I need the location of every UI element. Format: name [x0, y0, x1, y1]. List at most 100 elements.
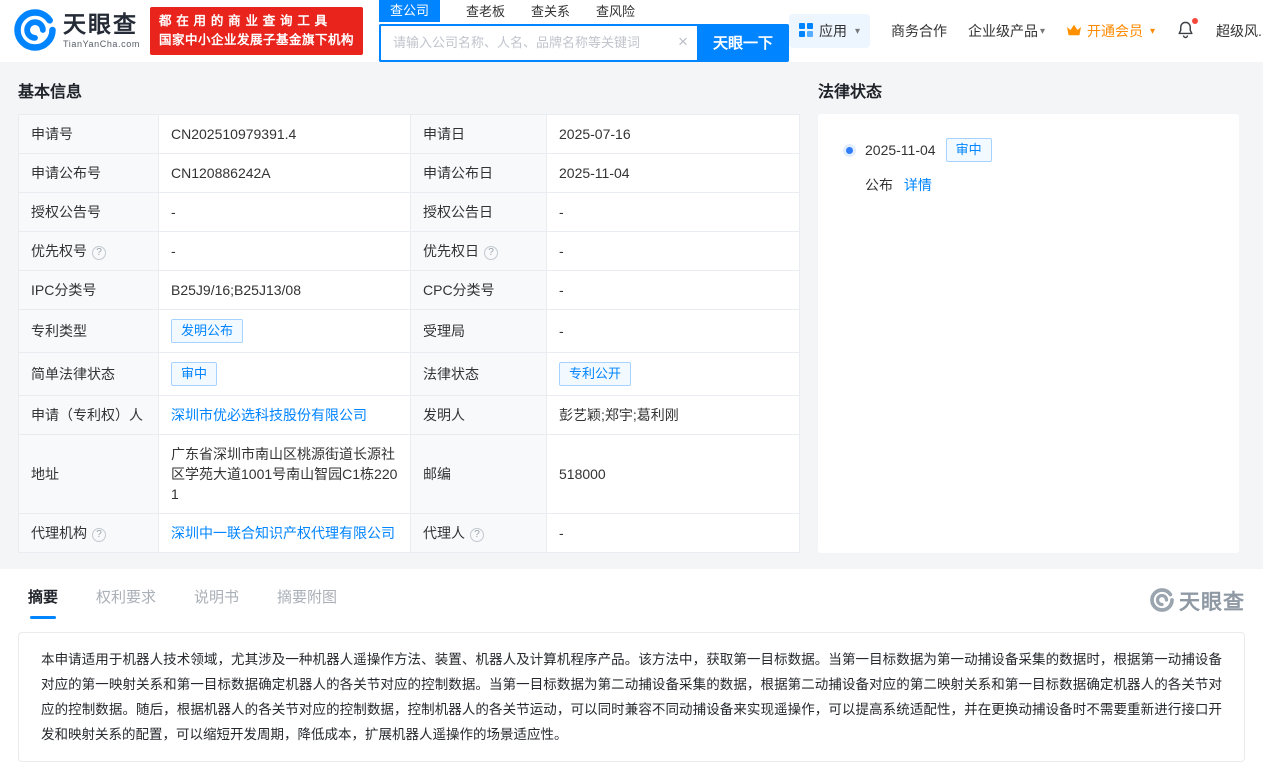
clear-search-icon[interactable]: ×	[678, 33, 688, 51]
label-application-number: 申请号	[19, 115, 159, 154]
value-priority-number: -	[159, 232, 411, 271]
label-legal-status: 法律状态	[411, 353, 547, 396]
search-tab-company[interactable]: 查公司	[379, 0, 440, 22]
agency-company-link[interactable]: 深圳中一联合知识产权代理有限公司	[171, 525, 395, 541]
nav-super-risk[interactable]: 超级风...	[1216, 21, 1263, 41]
search-tab-relation[interactable]: 查关系	[531, 1, 570, 22]
table-row-address: 地址 广东省深圳市南山区桃源街道长源社区学苑大道1001号南山智园C1栋2201…	[19, 435, 800, 514]
label-address: 地址	[19, 435, 159, 514]
chevron-down-icon: ▾	[1150, 26, 1155, 37]
vip-label: 开通会员	[1087, 21, 1143, 41]
timeline-dot-icon	[846, 147, 853, 154]
label-publication-date: 申请公布日	[411, 154, 547, 193]
label-cpc-class: CPC分类号	[411, 271, 547, 310]
apps-menu[interactable]: 应用 ▾	[789, 14, 870, 48]
label-simple-legal-status: 简单法律状态	[19, 353, 159, 396]
vip-upgrade-button[interactable]: 开通会员 ▾	[1066, 21, 1155, 41]
legal-status-card: 2025-11-04 审中 公布 详情	[818, 114, 1239, 553]
label-agent: 代理人?	[411, 514, 547, 553]
help-info-icon[interactable]: ?	[92, 528, 106, 542]
abstract-box: 本申请适用于机器人技术领域，尤其涉及一种机器人遥操作方法、装置、机器人及计算机程…	[18, 632, 1245, 762]
main-content: 基本信息 申请号 CN202510979391.4 申请日 2025-07-16…	[0, 62, 1263, 569]
table-row-publication: 申请公布号 CN120886242A 申请公布日 2025-11-04	[19, 154, 800, 193]
help-info-icon[interactable]: ?	[470, 528, 484, 542]
tianyancha-eye-icon	[14, 9, 56, 54]
chevron-down-icon: ▾	[855, 26, 860, 37]
top-navigation-bar: 天眼查 TianYanCha.com 都在用的商业查询工具 国家中小企业发展子基…	[0, 0, 1263, 62]
search-tab-risk[interactable]: 查风险	[596, 1, 635, 22]
agency-label-text: 代理机构	[31, 525, 87, 541]
tianyancha-eye-icon-gray	[1150, 588, 1174, 615]
search-tab-boss[interactable]: 查老板	[466, 1, 505, 22]
priority-date-label-text: 优先权日	[423, 243, 479, 259]
watermark-text: 天眼查	[1179, 586, 1245, 616]
priority-number-label-text: 优先权号	[31, 243, 87, 259]
help-info-icon[interactable]: ?	[92, 246, 106, 260]
label-accepting-office: 受理局	[411, 310, 547, 353]
watermark-logo: 天眼查	[1150, 586, 1245, 616]
crown-icon	[1066, 23, 1082, 39]
tianyancha-logo[interactable]: 天眼查 TianYanCha.com	[14, 9, 140, 54]
value-publication-date: 2025-11-04	[547, 154, 800, 193]
table-row-applicant: 申请（专利权）人 深圳市优必选科技股份有限公司 发明人 彭艺颖;郑宇;葛利刚	[19, 396, 800, 435]
promo-badge-line-2: 国家中小企业发展子基金旗下机构	[159, 31, 354, 49]
notification-bell[interactable]	[1176, 20, 1195, 42]
value-application-number: CN202510979391.4	[159, 115, 411, 154]
table-row-legal-status: 简单法律状态 审中 法律状态 专利公开	[19, 353, 800, 396]
search-tabs: 查公司 查老板 查关系 查风险	[379, 1, 789, 22]
promo-badge-line-1: 都在用的商业查询工具	[159, 12, 354, 30]
logo-brand-text: 天眼查	[63, 13, 140, 36]
applicant-company-link[interactable]: 深圳市优必选科技股份有限公司	[171, 407, 367, 423]
logo-domain-text: TianYanCha.com	[63, 39, 140, 49]
search-area: 查公司 查老板 查关系 查风险 × 天眼一下	[379, 1, 789, 62]
patent-type-tag: 发明公布	[171, 319, 243, 343]
label-postcode: 邮编	[411, 435, 547, 514]
search-input[interactable]	[379, 24, 697, 62]
apps-grid-icon	[799, 23, 813, 40]
value-publication-number: CN120886242A	[159, 154, 411, 193]
label-application-date: 申请日	[411, 115, 547, 154]
value-patent-type: 发明公布	[159, 310, 411, 353]
legal-status-tag: 专利公开	[559, 362, 631, 386]
timeline-date: 2025-11-04	[865, 142, 936, 158]
timeline-item: 2025-11-04 审中	[846, 138, 1211, 162]
label-patent-type: 专利类型	[19, 310, 159, 353]
value-accepting-office: -	[547, 310, 800, 353]
value-legal-status: 专利公开	[547, 353, 800, 396]
section-title-legal-status: 法律状态	[818, 78, 1239, 102]
agent-label-text: 代理人	[423, 525, 465, 541]
value-inventors: 彭艺颖;郑宇;葛利刚	[547, 396, 800, 435]
notification-dot	[1192, 18, 1198, 24]
tab-description[interactable]: 说明书	[194, 586, 239, 619]
detail-link[interactable]: 详情	[904, 177, 932, 193]
tab-abstract-figure[interactable]: 摘要附图	[277, 586, 337, 619]
promo-badge: 都在用的商业查询工具 国家中小企业发展子基金旗下机构	[150, 7, 363, 54]
label-publication-number: 申请公布号	[19, 154, 159, 193]
tab-abstract[interactable]: 摘要	[28, 586, 58, 619]
simple-legal-status-tag: 审中	[171, 362, 217, 386]
label-ipc-class: IPC分类号	[19, 271, 159, 310]
nav-business-cooperation[interactable]: 商务合作	[891, 21, 947, 41]
table-row-application: 申请号 CN202510979391.4 申请日 2025-07-16	[19, 115, 800, 154]
apps-label: 应用	[819, 21, 847, 41]
abstract-text: 本申请适用于机器人技术领域，尤其涉及一种机器人遥操作方法、装置、机器人及计算机程…	[41, 647, 1222, 747]
chevron-down-icon: ▾	[1040, 26, 1045, 37]
value-application-date: 2025-07-16	[547, 115, 800, 154]
nav-enterprise-products[interactable]: 企业级产品 ▾	[968, 21, 1045, 41]
label-priority-number: 优先权号?	[19, 232, 159, 271]
detail-section: 摘要 权利要求 说明书 摘要附图 天眼查 本申请适用于机器人技术领域，尤其涉及一…	[0, 569, 1263, 782]
search-button[interactable]: 天眼一下	[697, 24, 789, 62]
table-row-classification: IPC分类号 B25J9/16;B25J13/08 CPC分类号 -	[19, 271, 800, 310]
basic-info-table: 申请号 CN202510979391.4 申请日 2025-07-16 申请公布…	[18, 114, 800, 553]
value-agency: 深圳中一联合知识产权代理有限公司	[159, 514, 411, 553]
detail-tabs: 摘要 权利要求 说明书 摘要附图	[18, 586, 337, 619]
value-postcode: 518000	[547, 435, 800, 514]
timeline-action-label: 公布	[865, 177, 893, 193]
top-right-nav: 应用 ▾ 商务合作 企业级产品 ▾ 开通会员 ▾	[789, 14, 1263, 48]
help-info-icon[interactable]: ?	[484, 246, 498, 260]
value-ipc-class: B25J9/16;B25J13/08	[159, 271, 411, 310]
value-address: 广东省深圳市南山区桃源街道长源社区学苑大道1001号南山智园C1栋2201	[159, 435, 411, 514]
tab-claims[interactable]: 权利要求	[96, 586, 156, 619]
label-inventors: 发明人	[411, 396, 547, 435]
label-agency: 代理机构?	[19, 514, 159, 553]
